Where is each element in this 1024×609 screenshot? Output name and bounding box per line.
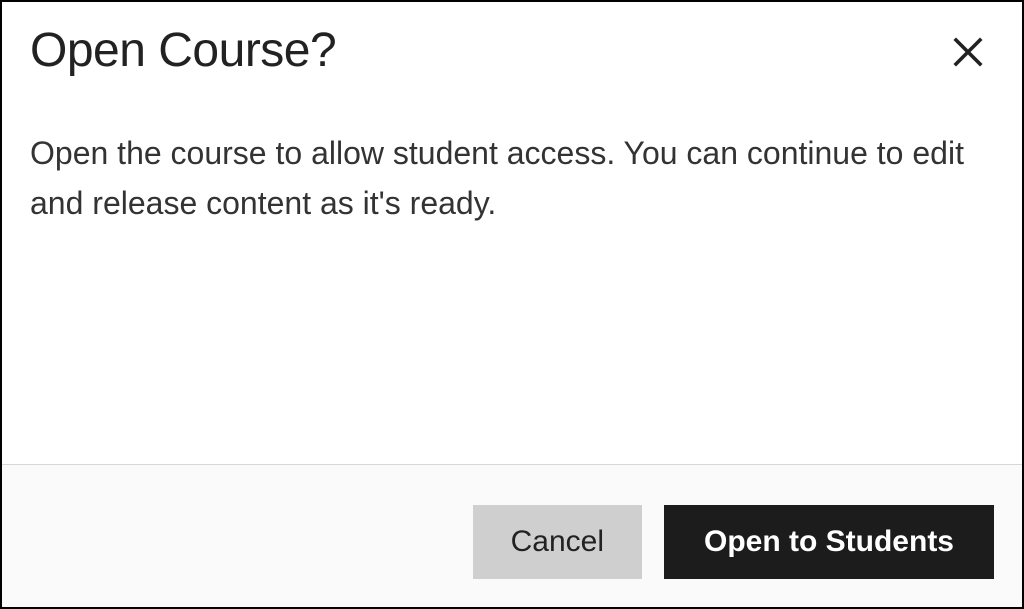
- open-course-dialog: Open Course? Open the course to allow st…: [0, 0, 1024, 609]
- dialog-description: Open the course to allow student access.…: [30, 129, 990, 228]
- dialog-body: Open Course? Open the course to allow st…: [2, 2, 1022, 464]
- open-to-students-button[interactable]: Open to Students: [664, 505, 994, 579]
- dialog-header: Open Course?: [30, 22, 994, 81]
- close-icon: [950, 34, 986, 73]
- dialog-footer: Cancel Open to Students: [2, 464, 1022, 607]
- cancel-button[interactable]: Cancel: [473, 505, 642, 579]
- dialog-title: Open Course?: [30, 22, 336, 80]
- close-button[interactable]: [942, 26, 994, 81]
